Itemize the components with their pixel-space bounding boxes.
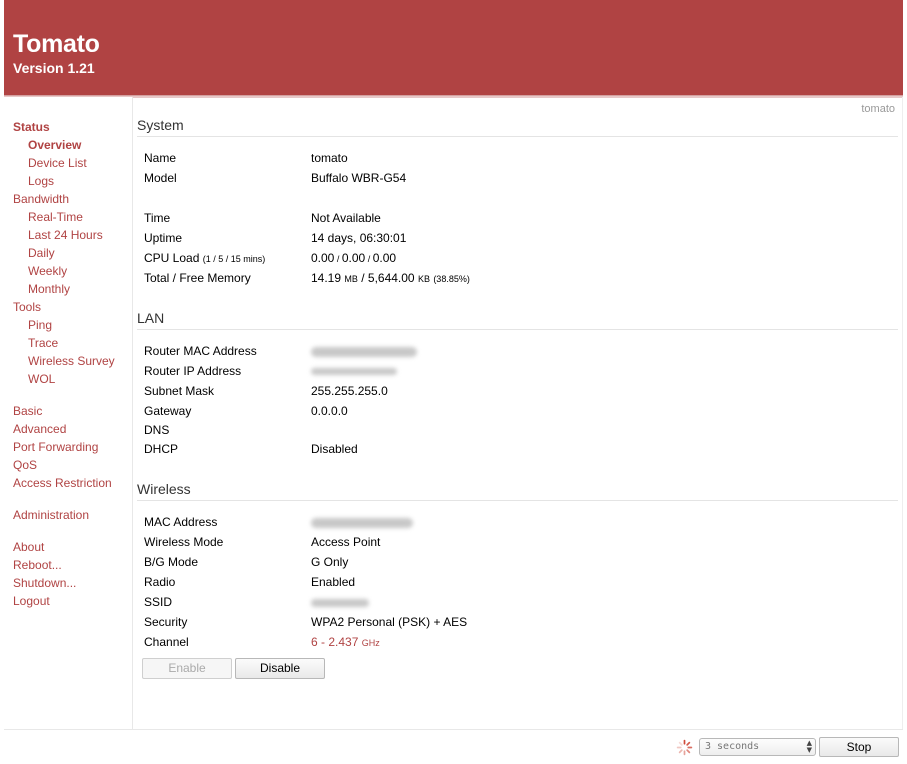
redacted-blur (311, 517, 413, 528)
system-uptime-value: 14 days, 06:30:01 (311, 231, 407, 245)
lan-dns-label: DNS (144, 423, 170, 437)
redacted-blur (311, 598, 369, 607)
refresh-interval-select[interactable]: 3 seconds ▲ ▼ (699, 738, 816, 756)
lan-dhcp-value: Disabled (311, 442, 358, 456)
mem-total: 14.19 (311, 271, 342, 285)
app-title: Tomato (13, 30, 100, 58)
wl-ssid-value-redacted (311, 595, 369, 609)
nav-wireless-survey[interactable]: Wireless Survey (28, 354, 115, 368)
cpu-sep: / (365, 254, 373, 264)
section-divider (137, 136, 898, 137)
nav-reboot[interactable]: Reboot... (13, 558, 62, 572)
system-memory-value: 14.19 MB / 5,644.00 KB (38.85%) (311, 271, 470, 286)
system-cpu-label: CPU Load (1 / 5 / 15 mins) (144, 251, 265, 266)
wl-mode-label: Wireless Mode (144, 535, 224, 549)
lan-dhcp-label: DHCP (144, 442, 179, 456)
system-model-value: Buffalo WBR-G54 (311, 171, 407, 185)
nav-advanced[interactable]: Advanced (13, 422, 66, 436)
system-name-value: tomato (311, 151, 348, 165)
mem-sep: / (357, 271, 368, 285)
mem-free: 5,644.00 (367, 271, 415, 285)
cpu-load-5: 0.00 (341, 251, 366, 265)
redacted-blur (311, 368, 397, 376)
nav-status[interactable]: Status (13, 120, 50, 134)
refresh-interval-value: 3 seconds (705, 741, 760, 752)
wl-channel-link[interactable]: 6 - 2.437 GHz (311, 635, 380, 650)
cpu-load-15: 0.00 (372, 251, 397, 265)
enable-radio-button[interactable]: Enable (142, 658, 232, 679)
mem-total-unit: MB (344, 274, 358, 284)
wl-radio-value: Enabled (311, 575, 356, 589)
nav-tools[interactable]: Tools (13, 300, 41, 314)
nav-daily[interactable]: Daily (28, 246, 55, 260)
section-title-system: System (137, 117, 184, 133)
lan-gateway-value: 0.0.0.0 (311, 404, 348, 418)
section-divider (137, 500, 898, 501)
section-title-lan: LAN (137, 310, 165, 326)
lan-ip-label: Router IP Address (144, 364, 242, 378)
system-memory-label: Total / Free Memory (144, 271, 251, 285)
mem-free-unit: KB (417, 274, 430, 284)
system-uptime-label: Uptime (144, 231, 183, 245)
wl-mode-value: Access Point (311, 535, 381, 549)
nav-monthly[interactable]: Monthly (28, 282, 70, 296)
wl-bg-label: B/G Mode (144, 555, 199, 569)
lan-mac-value-redacted (311, 344, 417, 358)
lan-ip-value-redacted (311, 364, 397, 378)
cpu-load-1: 0.00 (311, 251, 335, 265)
wl-ssid-label: SSID (144, 595, 173, 609)
nav-wol[interactable]: WOL (28, 372, 55, 386)
system-cpu-value: 0.00 / 0.00 / 0.00 (311, 251, 396, 266)
nav-last-24-hours[interactable]: Last 24 Hours (28, 228, 103, 242)
wl-channel-value: 6 - 2.437 (311, 635, 359, 649)
wl-channel-label: Channel (144, 635, 189, 649)
wl-radio-label: Radio (144, 575, 176, 589)
app-version: Version 1.21 (13, 60, 95, 76)
lan-mask-value: 255.255.255.0 (311, 384, 388, 398)
loading-spinner-icon (676, 739, 693, 756)
nav-shutdown[interactable]: Shutdown... (13, 576, 76, 590)
wl-security-label: Security (144, 615, 188, 629)
nav-qos[interactable]: QoS (13, 458, 37, 472)
nav-logout[interactable]: Logout (13, 594, 50, 608)
nav-bandwidth[interactable]: Bandwidth (13, 192, 69, 206)
lan-mask-label: Subnet Mask (144, 384, 215, 398)
system-time-label: Time (144, 211, 171, 225)
content-frame (4, 97, 903, 764)
cpu-load-interval: (1 / 5 / 15 mins) (202, 254, 266, 264)
lan-gateway-label: Gateway (144, 404, 192, 418)
nav-about[interactable]: About (13, 540, 44, 554)
nav-access-restriction[interactable]: Access Restriction (13, 476, 112, 490)
redacted-blur (311, 346, 417, 357)
nav-weekly[interactable]: Weekly (28, 264, 67, 278)
wl-mac-value-redacted (311, 515, 413, 529)
wl-bg-value: G Only (311, 555, 349, 569)
system-name-label: Name (144, 151, 177, 165)
system-model-label: Model (144, 171, 177, 185)
wl-security-value: WPA2 Personal (PSK) + AES (311, 615, 468, 629)
nav-port-forwarding[interactable]: Port Forwarding (13, 440, 98, 454)
nav-real-time[interactable]: Real-Time (28, 210, 83, 224)
nav-ping[interactable]: Ping (28, 318, 52, 332)
nav-device-list[interactable]: Device List (28, 156, 87, 170)
wl-mac-label: MAC Address (144, 515, 218, 529)
cpu-load-label: CPU Load (144, 251, 200, 265)
nav-trace[interactable]: Trace (28, 336, 58, 350)
mem-percent: (38.85%) (433, 274, 470, 284)
stop-refresh-button[interactable]: Stop (819, 737, 899, 757)
disable-radio-button[interactable]: Disable (235, 658, 325, 679)
section-title-wireless: Wireless (137, 481, 191, 497)
header-banner: Tomato Version 1.21 (4, 0, 903, 96)
section-divider (137, 329, 898, 330)
lan-mac-label: Router MAC Address (144, 344, 257, 358)
select-updown-icon: ▲ ▼ (806, 739, 812, 754)
nav-overview[interactable]: Overview (28, 138, 81, 152)
nav-logs[interactable]: Logs (28, 174, 54, 188)
system-time-value: Not Available (311, 211, 381, 225)
wl-channel-unit: GHz (361, 638, 380, 648)
nav-basic[interactable]: Basic (13, 404, 42, 418)
cpu-sep: / (334, 254, 342, 264)
hostname-label: tomato (861, 103, 895, 115)
nav-administration[interactable]: Administration (13, 508, 89, 522)
